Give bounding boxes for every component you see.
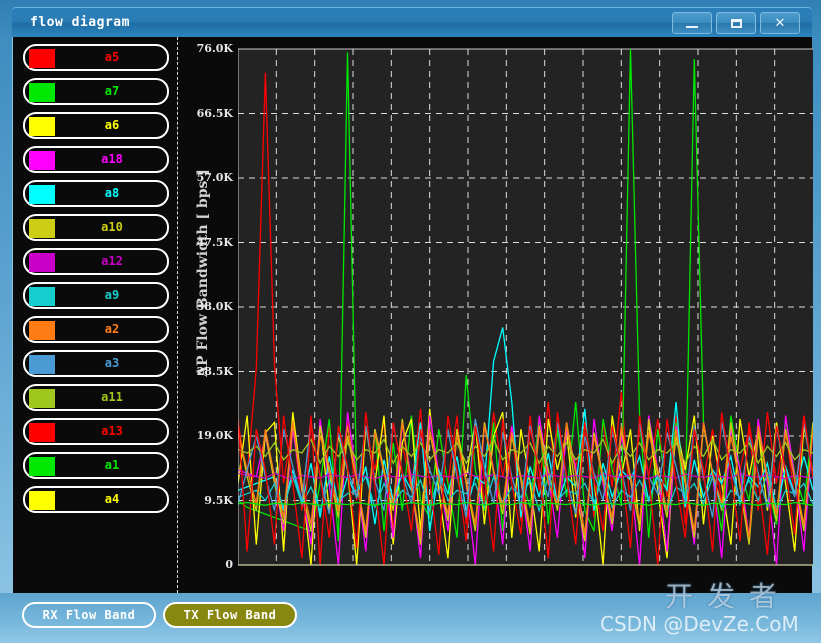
legend-color-swatch <box>29 185 55 204</box>
y-axis-tick-label: 47.5K <box>196 235 233 249</box>
close-icon: ✕ <box>774 16 786 31</box>
title-bar: flow diagram ✕ <box>12 7 812 38</box>
legend-color-swatch <box>29 321 55 340</box>
y-axis-tick-label: 38.0K <box>196 300 233 313</box>
legend-item-a3[interactable]: a3 <box>23 350 169 377</box>
legend-item-label: a7 <box>104 84 120 98</box>
y-axis-title: AP Flow Bandwidth [ bps ] <box>195 169 211 377</box>
y-axis-tick-label: 76.0K <box>196 42 233 55</box>
plot-container: AP Flow Bandwidth [ bps ] 0 9.5K 19.0K 28.5… <box>181 37 814 593</box>
legend-item-a9[interactable]: a9 <box>23 282 169 309</box>
legend-item-a6[interactable]: a6 <box>23 112 169 139</box>
chart-plot-area <box>237 37 814 587</box>
legend-color-swatch <box>29 389 55 408</box>
legend-item-a2[interactable]: a2 <box>23 316 169 343</box>
legend-color-swatch <box>29 491 55 510</box>
legend-color-swatch <box>29 423 55 442</box>
legend-item-label: a9 <box>104 288 120 302</box>
minimize-button[interactable] <box>672 12 712 34</box>
legend-item-label: a18 <box>101 152 123 166</box>
legend-item-label: a11 <box>101 390 123 404</box>
legend-item-label: a3 <box>104 356 120 370</box>
rx-flow-band-button[interactable]: RX Flow Band <box>22 602 156 628</box>
legend-item-a10[interactable]: a10 <box>23 214 169 241</box>
legend-item-a12[interactable]: a12 <box>23 248 169 275</box>
legend-item-a1[interactable]: a1 <box>23 452 169 479</box>
close-button[interactable]: ✕ <box>760 12 800 34</box>
legend-color-swatch <box>29 83 55 102</box>
footer-bar: RX Flow Band TX Flow Band <box>0 593 821 643</box>
y-axis-tick-label: 0 <box>225 558 233 571</box>
legend-color-swatch <box>29 117 55 136</box>
legend-item-a11[interactable]: a11 <box>23 384 169 411</box>
legend-panel: a5 a7 a6 a18 a8 a10 a12 a9 a2 a3 a11 a13 a1 a4 <box>13 37 177 593</box>
legend-item-label: a13 <box>101 424 123 438</box>
legend-item-label: a1 <box>104 458 120 472</box>
legend-color-swatch <box>29 457 55 476</box>
legend-item-label: a12 <box>101 254 123 268</box>
y-axis-tick-label: 66.5K <box>196 106 233 120</box>
legend-item-a8[interactable]: a8 <box>23 180 169 207</box>
legend-item-label: a6 <box>104 118 120 132</box>
y-axis-tick-label: 28.5K <box>196 364 233 378</box>
legend-color-swatch <box>29 253 55 272</box>
legend-color-swatch <box>29 219 55 238</box>
legend-item-a5[interactable]: a5 <box>23 44 169 71</box>
legend-color-swatch <box>29 355 55 374</box>
content-area: a5 a7 a6 a18 a8 a10 a12 a9 a2 a3 a11 a13 a1 a4 AP Flo… <box>12 37 814 593</box>
legend-item-a4[interactable]: a4 <box>23 486 169 513</box>
legend-item-a7[interactable]: a7 <box>23 78 169 105</box>
legend-item-label: a8 <box>104 186 120 200</box>
flow-diagram-chart <box>237 48 814 566</box>
window-title: flow diagram <box>30 15 130 30</box>
legend-item-a13[interactable]: a13 <box>23 418 169 445</box>
legend-item-label: a2 <box>104 322 120 336</box>
legend-color-swatch <box>29 49 55 68</box>
maximize-icon <box>730 19 742 28</box>
legend-color-swatch <box>29 151 55 170</box>
y-axis-tick-label: 57.0K <box>196 171 233 184</box>
tx-flow-band-button[interactable]: TX Flow Band <box>163 602 297 628</box>
legend-item-label: a10 <box>101 220 123 234</box>
legend-item-a18[interactable]: a18 <box>23 146 169 173</box>
y-axis-tick-label: 19.0K <box>196 429 233 442</box>
maximize-button[interactable] <box>716 12 756 34</box>
y-axis-tick-label: 9.5K <box>204 493 233 507</box>
minimize-icon <box>686 25 698 28</box>
app-window: flow diagram ✕ a5 a7 a6 a18 a8 a10 a12 a9 a2 a3 a1… <box>0 0 821 643</box>
legend-color-swatch <box>29 287 55 306</box>
legend-item-label: a5 <box>104 50 120 64</box>
panel-divider <box>177 37 178 593</box>
legend-item-label: a4 <box>104 492 120 506</box>
